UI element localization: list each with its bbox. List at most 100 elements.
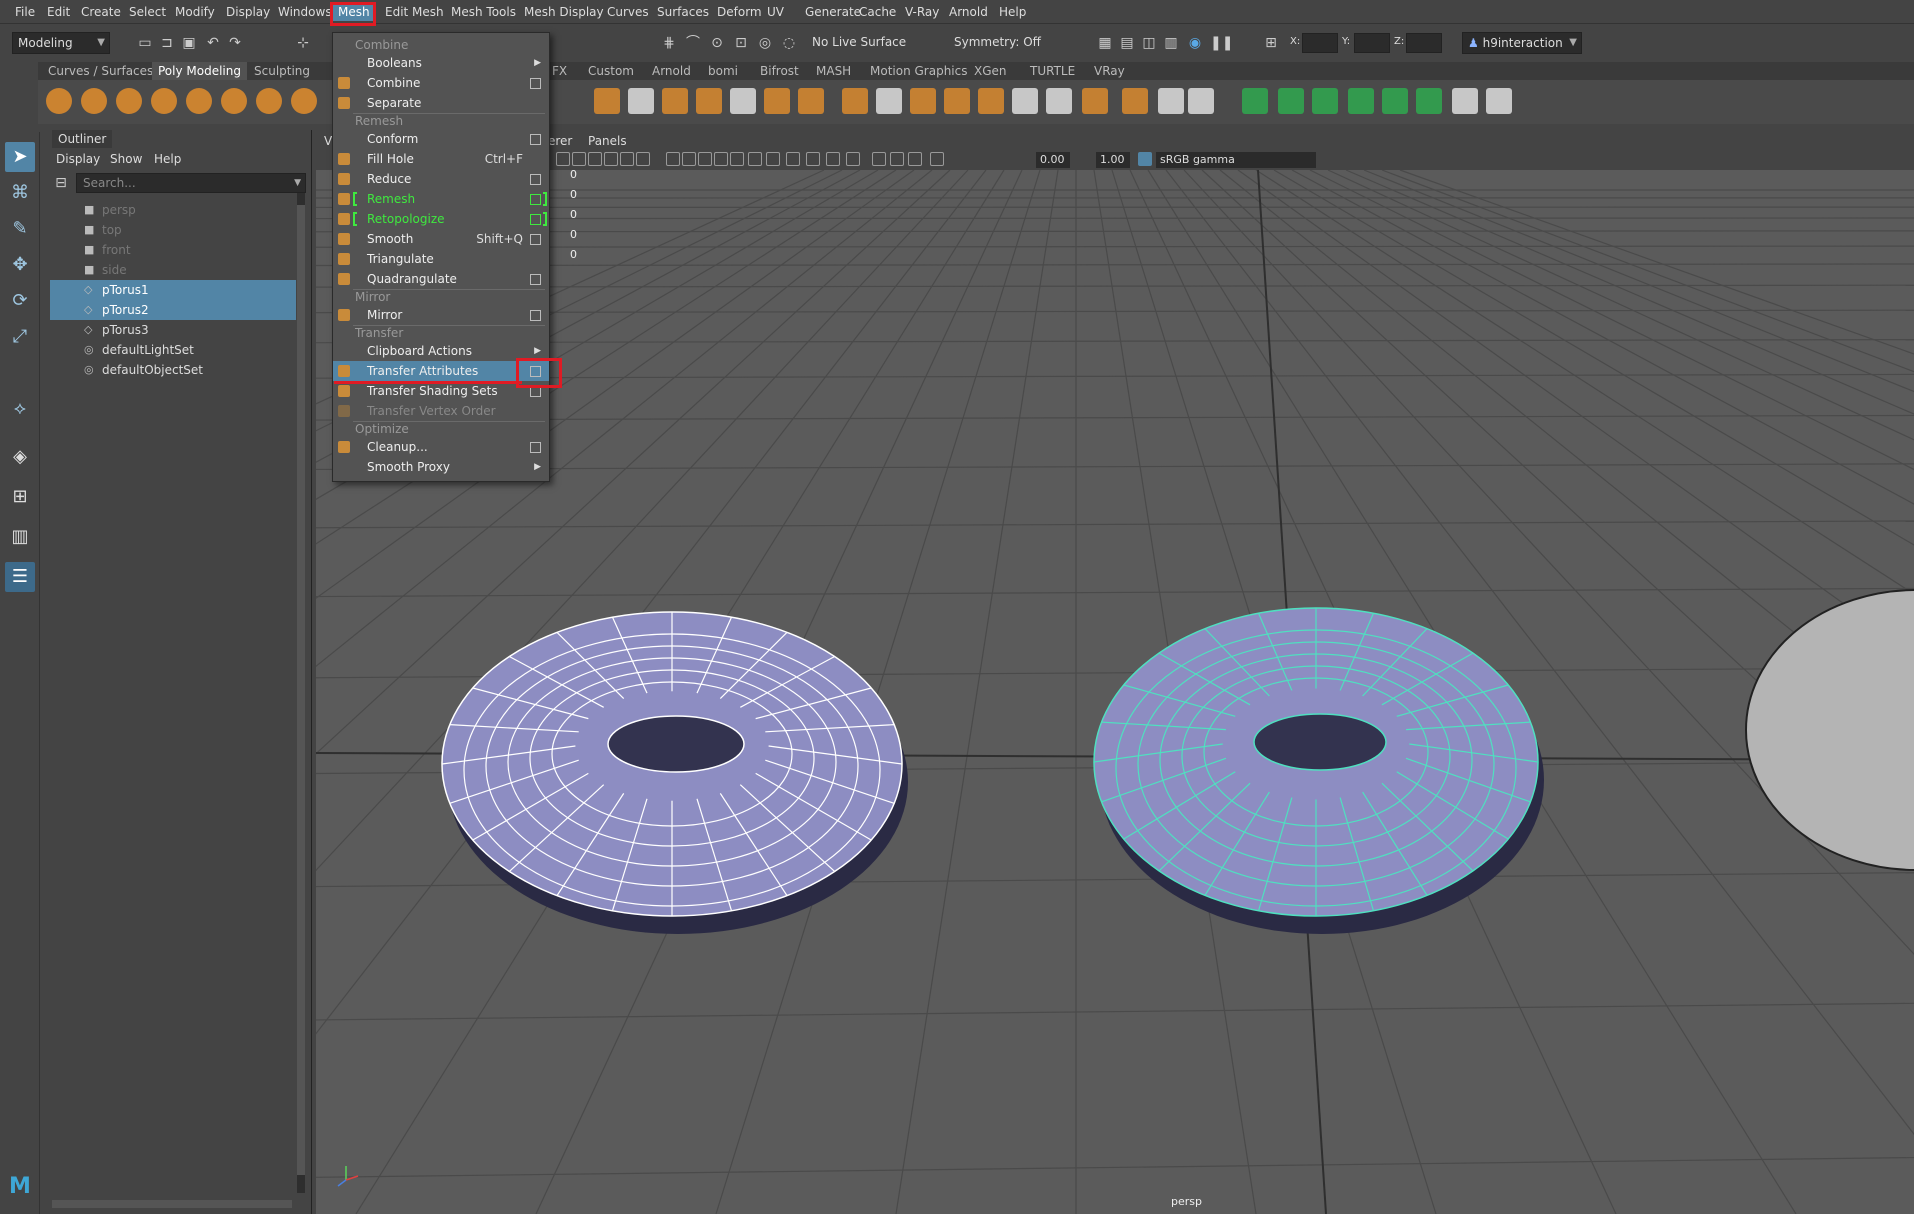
- viewport-toolbar-icon[interactable]: [698, 152, 712, 166]
- outliner-item-ptorus1[interactable]: ◇ pTorus1: [50, 280, 296, 300]
- outliner-item-side[interactable]: ■ side: [50, 260, 296, 280]
- shelf-tab-fx[interactable]: FX: [546, 62, 573, 80]
- menu-cache[interactable]: Cache: [854, 3, 901, 21]
- live-surface-label[interactable]: No Live Surface: [812, 31, 906, 53]
- shelf-tool-icon[interactable]: [1382, 88, 1408, 114]
- snap-view-icon[interactable]: ⊡: [732, 34, 750, 52]
- color-management-icon[interactable]: [1138, 152, 1152, 166]
- shelf-tool-icon[interactable]: [1046, 88, 1072, 114]
- menu-item-booleans[interactable]: Booleans ▶: [333, 53, 549, 73]
- pause-icon[interactable]: ❚❚: [1210, 34, 1233, 52]
- new-scene-icon[interactable]: ▭: [136, 34, 154, 52]
- outliner-menu-help[interactable]: Help: [154, 150, 181, 168]
- shelf-tab-arnold[interactable]: Arnold: [646, 62, 697, 80]
- menu-arnold[interactable]: Arnold: [944, 3, 993, 21]
- viewport-toolbar-icon[interactable]: [588, 152, 602, 166]
- render-frame-icon[interactable]: ▦: [1096, 34, 1114, 52]
- viewport-toolbar-icon[interactable]: [604, 152, 618, 166]
- y-field[interactable]: [1354, 33, 1390, 53]
- viewport-toolbar-icon[interactable]: [730, 152, 744, 166]
- conform-option-box[interactable]: [530, 134, 541, 145]
- viewport-toolbar-icon[interactable]: [748, 152, 762, 166]
- scroll-thumb[interactable]: [297, 205, 305, 1175]
- menu-mesh-tools[interactable]: Mesh Tools: [446, 3, 521, 21]
- shelf-tab-motion-graphics[interactable]: Motion Graphics: [864, 62, 974, 80]
- viewport-toolbar-icon[interactable]: [572, 152, 586, 166]
- menu-item-smooth[interactable]: Smooth Shift+Q: [333, 229, 549, 249]
- outliner-item-ptorus2[interactable]: ◇ pTorus2: [50, 300, 296, 320]
- rotate-tool-icon[interactable]: ⟳: [5, 286, 35, 316]
- shelf-primitive-icon[interactable]: [186, 88, 212, 114]
- shelf-tab-mash[interactable]: MASH: [810, 62, 857, 80]
- outliner-menu-display[interactable]: Display: [56, 150, 100, 168]
- menu-display[interactable]: Display: [221, 3, 275, 21]
- menu-help[interactable]: Help: [994, 3, 1031, 21]
- snap-together-icon[interactable]: ◌: [780, 34, 798, 52]
- menu-windows[interactable]: Windows: [273, 3, 337, 21]
- shelf-tool-icon[interactable]: [1312, 88, 1338, 114]
- menu-item-quadrangulate[interactable]: Quadrangulate: [333, 269, 549, 289]
- viewport-toolbar-icon[interactable]: [872, 152, 886, 166]
- menu-file[interactable]: File: [10, 3, 40, 21]
- menu-item-separate[interactable]: Separate: [333, 93, 549, 113]
- viewport-toolbar-icon[interactable]: [806, 152, 820, 166]
- outliner-layout-icon[interactable]: ☰: [5, 562, 35, 592]
- menu-item-mirror[interactable]: Mirror: [333, 305, 549, 325]
- menu-item-cleanup[interactable]: Cleanup...: [333, 437, 549, 457]
- menu-item-reduce[interactable]: Reduce: [333, 169, 549, 189]
- outliner-menu-show[interactable]: Show: [110, 150, 142, 168]
- reduce-option-box[interactable]: [530, 174, 541, 185]
- viewport-menu-renderer[interactable]: erer: [548, 132, 572, 150]
- menu-deform[interactable]: Deform: [712, 3, 767, 21]
- shelf-tab-bifrost[interactable]: Bifrost: [754, 62, 805, 80]
- snap-grid-icon[interactable]: ⋕: [660, 34, 678, 52]
- shelf-primitive-icon[interactable]: [46, 88, 72, 114]
- shelf-primitive-icon[interactable]: [116, 88, 142, 114]
- shelf-tool-icon[interactable]: [1122, 88, 1148, 114]
- shelf-tool-icon[interactable]: [1012, 88, 1038, 114]
- mirror-option-box[interactable]: [530, 310, 541, 321]
- menu-surfaces[interactable]: Surfaces: [652, 3, 714, 21]
- render-settings-icon[interactable]: ▥: [1162, 34, 1180, 52]
- shelf-tool-icon[interactable]: [1158, 88, 1184, 114]
- menu-item-smooth-proxy[interactable]: Smooth Proxy ▶: [333, 457, 549, 477]
- outliner-hscrollbar[interactable]: [52, 1200, 292, 1208]
- menu-item-remesh[interactable]: Remesh: [333, 189, 549, 209]
- shelf-tool-icon[interactable]: [1486, 88, 1512, 114]
- menu-v-ray[interactable]: V-Ray: [900, 3, 944, 21]
- viewport-toolbar-icon[interactable]: [786, 152, 800, 166]
- viewport-toolbar-icon[interactable]: [714, 152, 728, 166]
- quadrangulate-option-box[interactable]: [530, 274, 541, 285]
- outliner-item-persp[interactable]: ■ persp: [50, 200, 296, 220]
- viewport-menu-view[interactable]: V: [324, 132, 332, 150]
- menu-uv[interactable]: UV: [762, 3, 789, 21]
- cleanup-option-box[interactable]: [530, 442, 541, 453]
- shelf-tool-icon[interactable]: [1348, 88, 1374, 114]
- outliner-item-front[interactable]: ■ front: [50, 240, 296, 260]
- snap-curve-icon[interactable]: ⌒: [684, 34, 702, 52]
- shelf-tool-icon[interactable]: [944, 88, 970, 114]
- outliner-scrollbar[interactable]: [297, 193, 305, 1193]
- menu-item-conform[interactable]: Conform: [333, 129, 549, 149]
- remesh-option-box[interactable]: [530, 194, 541, 205]
- shelf-tab-turtle[interactable]: TURTLE: [1024, 62, 1081, 80]
- color-space-dropdown[interactable]: sRGB gamma: [1156, 152, 1316, 168]
- viewport-toolbar-icon[interactable]: [620, 152, 634, 166]
- render-sequence-icon[interactable]: ▤: [1118, 34, 1136, 52]
- outliner-item-defaultlightset[interactable]: ◎ defaultLightSet: [50, 340, 296, 360]
- menu-modify[interactable]: Modify: [170, 3, 220, 21]
- shelf-tab-sculpting[interactable]: Sculpting: [248, 62, 316, 80]
- shelf-tool-icon[interactable]: [1082, 88, 1108, 114]
- shelf-tab-custom[interactable]: Custom: [582, 62, 640, 80]
- menu-edit-mesh[interactable]: Edit Mesh: [380, 3, 449, 21]
- outliner-item-defaultobjectset[interactable]: ◎ defaultObjectSet: [50, 360, 296, 380]
- shelf-tool-icon[interactable]: [662, 88, 688, 114]
- menu-item-triangulate[interactable]: Triangulate: [333, 249, 549, 269]
- symmetry-label[interactable]: Symmetry: Off: [954, 31, 1041, 53]
- shelf-tool-icon[interactable]: [594, 88, 620, 114]
- viewport-toolbar-icon[interactable]: [908, 152, 922, 166]
- viewport-toolbar-icon[interactable]: [556, 152, 570, 166]
- x-field[interactable]: [1302, 33, 1338, 53]
- mode-dropdown[interactable]: Modeling ▼: [12, 32, 110, 54]
- shelf-tab-xgen[interactable]: XGen: [968, 62, 1013, 80]
